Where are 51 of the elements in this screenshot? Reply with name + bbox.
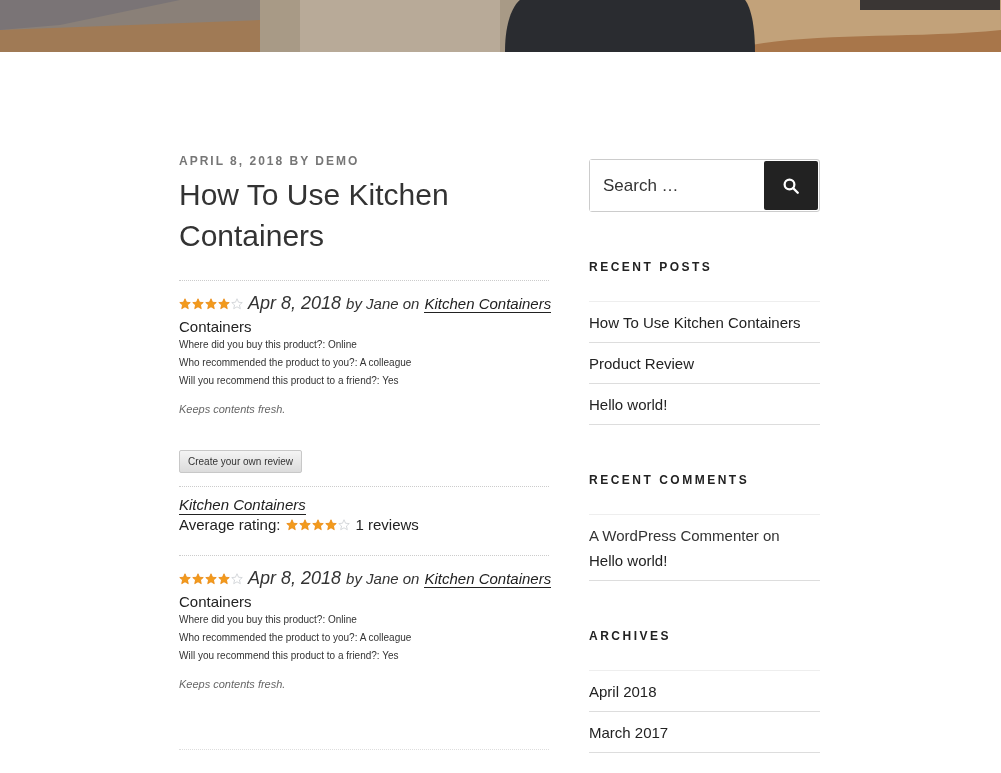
- review-date: Apr 8, 2018: [248, 568, 342, 589]
- star-icon: [325, 518, 338, 531]
- star-icon: [205, 572, 217, 585]
- widget-title: RECENT POSTS: [589, 260, 714, 274]
- search-button[interactable]: [764, 161, 818, 210]
- review-title: Containers: [179, 318, 253, 336]
- review-field: Where did you buy this product?: Online: [179, 611, 549, 629]
- star-icon: [179, 297, 191, 310]
- sidebar-link[interactable]: How To Use Kitchen Containers: [589, 314, 801, 331]
- product-link[interactable]: Kitchen Containers: [424, 570, 552, 588]
- post-title: How To Use Kitchen Containers: [179, 177, 450, 254]
- star-icon: [192, 297, 204, 310]
- search-field[interactable]: Search …: [589, 159, 820, 212]
- post-meta: APRIL 8, 2018 BY DEMO: [179, 154, 361, 168]
- post-link[interactable]: Hello world!: [589, 552, 668, 569]
- review-field: Where did you buy this product?: Online: [179, 336, 549, 354]
- review-field: Who recommended the product to you?: A colleague: [179, 354, 549, 372]
- product-link[interactable]: Kitchen Containers: [179, 496, 306, 515]
- star-icon: [299, 518, 312, 531]
- star-icon: [179, 572, 191, 585]
- sidebar-link[interactable]: Product Review: [589, 355, 695, 372]
- star-icon: [218, 297, 230, 310]
- widget-title: ARCHIVES: [589, 629, 672, 643]
- star-icon: [312, 518, 325, 531]
- star-icon: [192, 572, 204, 585]
- review-author: by Jane on: [346, 570, 420, 587]
- star-icon: [338, 518, 351, 531]
- widget-title: RECENT COMMENTS: [589, 473, 751, 487]
- average-rating-label: Average rating:: [179, 516, 281, 533]
- review-author: by Jane on: [346, 295, 420, 312]
- review-comment: Keeps contents fresh.: [179, 402, 287, 416]
- star-icon: [231, 572, 243, 585]
- sidebar-link[interactable]: Hello world!: [589, 396, 668, 413]
- star-icon: [231, 297, 243, 310]
- review-count: 1 reviews: [355, 516, 419, 533]
- star-icon: [205, 297, 217, 310]
- review-title: Containers: [179, 593, 253, 611]
- sidebar-link[interactable]: March 2017: [589, 724, 669, 741]
- review-field: Will you recommend this product to a friend?: Yes: [179, 647, 549, 665]
- sidebar-link[interactable]: April 2018: [589, 683, 657, 700]
- star-icon: [218, 572, 230, 585]
- review-comment: Keeps contents fresh.: [179, 677, 287, 691]
- review-date: Apr 8, 2018: [248, 293, 342, 314]
- search-icon: [782, 176, 800, 195]
- comment-joiner: on: [762, 527, 780, 544]
- review-field: Who recommended the product to you?: A colleague: [179, 629, 549, 647]
- review-field: Will you recommend this product to a friend?: Yes: [179, 372, 549, 390]
- create-review-button[interactable]: Create your own review: [179, 450, 303, 473]
- star-icon: [286, 518, 299, 531]
- comment-author: A WordPress Commenter: [589, 527, 759, 544]
- product-link[interactable]: Kitchen Containers: [424, 295, 552, 313]
